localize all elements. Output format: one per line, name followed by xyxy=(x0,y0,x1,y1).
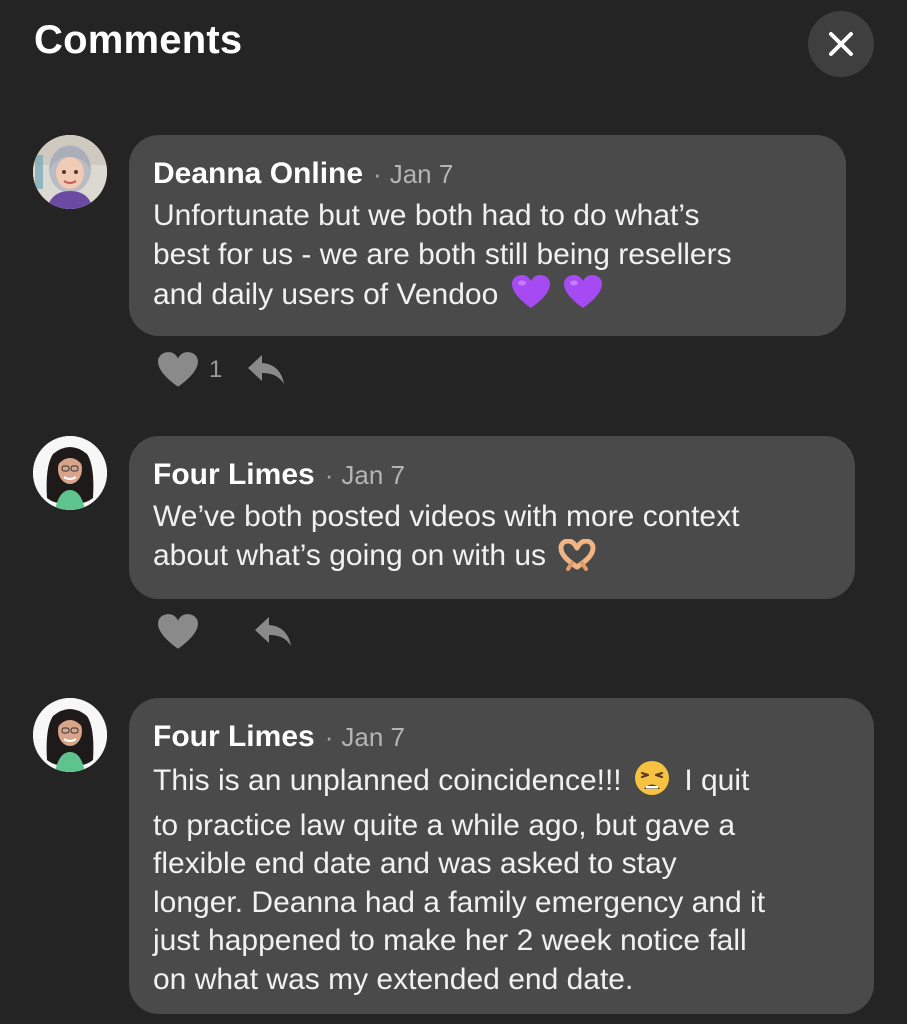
heart-icon xyxy=(158,614,198,649)
close-icon xyxy=(828,31,854,57)
avatar-deanna-icon xyxy=(33,135,107,209)
comment-author[interactable]: Four Limes xyxy=(153,458,315,492)
meta-separator: · xyxy=(324,460,334,490)
comment-line: on what was my extended end date. xyxy=(153,962,634,996)
comment-line: We’ve both posted videos with more conte… xyxy=(153,500,740,533)
avatar-four-limes-icon xyxy=(33,698,107,772)
avatar-four-limes-icon xyxy=(33,436,107,510)
comment-bubble: Four Limes · Jan 7 This is an unplanned … xyxy=(129,698,874,1014)
comment-line: to practice law quite a while ago, but g… xyxy=(153,808,736,842)
like-button[interactable] xyxy=(157,351,199,389)
comment-line: just happened to make her 2 week notice … xyxy=(153,924,747,957)
comment-text: This is an unplanned coincidence!!! I qu… xyxy=(153,760,850,999)
comment-text: Unfortunate but we both had to do what’s… xyxy=(153,197,822,321)
comment-line: Unfortunate but we both had to do what’s xyxy=(153,199,700,232)
comment-actions xyxy=(157,613,293,651)
comment-author[interactable]: Four Limes xyxy=(153,720,315,754)
comment-date: Jan 7 xyxy=(389,159,454,189)
comment-line: and daily users of Vendoo xyxy=(153,278,499,311)
comment-bubble: Deanna Online · Jan 7 Unfortunate but we… xyxy=(129,135,846,336)
comment-author[interactable]: Deanna Online xyxy=(153,157,363,191)
reply-button[interactable] xyxy=(253,615,293,649)
comment-date: Jan 7 xyxy=(341,460,405,490)
comment-line: about what’s going on with us xyxy=(153,538,547,572)
comment-date: Jan 7 xyxy=(341,722,405,752)
meta-separator: · xyxy=(373,159,382,189)
comment-line: best for us - we are both still being re… xyxy=(153,237,732,271)
like-count: 1 xyxy=(209,356,223,383)
avatar[interactable] xyxy=(33,436,107,510)
comment-line: I quit xyxy=(684,764,750,797)
heart-icon xyxy=(158,352,198,387)
comment-bubble: Four Limes · Jan 7 We’ve both posted vid… xyxy=(129,436,855,599)
tired-face-icon xyxy=(634,760,670,807)
comment-text: We’ve both posted videos with more conte… xyxy=(153,498,831,581)
comment-line: longer. Deanna had a family emergency an… xyxy=(153,885,766,919)
like-button[interactable] xyxy=(157,613,199,651)
comment-line: This is an unplanned coincidence!!! xyxy=(153,764,622,797)
avatar[interactable] xyxy=(33,698,107,772)
comment-line: flexible end date and was asked to stay xyxy=(153,847,677,880)
page-title: Comments xyxy=(34,18,243,62)
reply-icon xyxy=(255,617,291,646)
purple-heart-icon xyxy=(563,274,603,321)
reply-button[interactable] xyxy=(246,353,286,387)
purple-heart-icon xyxy=(511,274,551,321)
meta-separator: · xyxy=(324,722,334,752)
reply-icon xyxy=(248,355,285,384)
close-button[interactable] xyxy=(808,11,874,77)
comment-actions: 1 xyxy=(157,351,286,389)
avatar[interactable] xyxy=(33,135,107,209)
heart-hands-icon xyxy=(558,538,596,582)
